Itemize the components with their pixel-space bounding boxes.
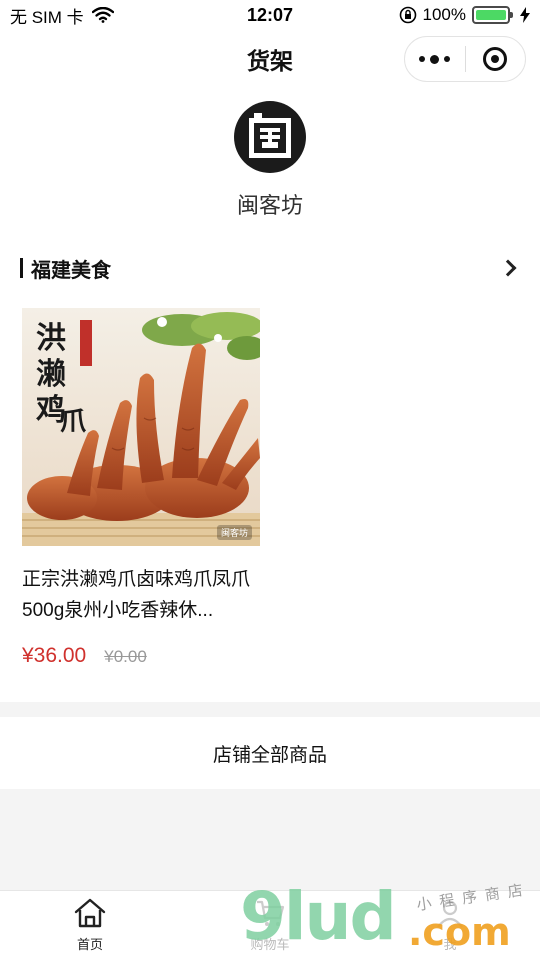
wifi-icon	[91, 7, 114, 23]
close-target-icon	[483, 47, 508, 71]
tab-cart[interactable]: 购物车	[180, 891, 360, 960]
battery-percent: 100%	[422, 5, 466, 24]
price-row: ¥36.00 ¥0.00	[22, 644, 260, 668]
mini-program-capsule	[404, 36, 526, 82]
product-name[interactable]: 正宗洪濑鸡爪卤味鸡爪凤爪500g泉州小吃香辣休...	[22, 564, 260, 626]
product-photo: 洪 濑 鸡 爪	[22, 308, 260, 546]
svg-text:爪: 爪	[60, 407, 87, 437]
chevron-right-icon	[499, 259, 517, 277]
section-accent-bar	[20, 258, 23, 278]
section-title: 福建美食	[31, 259, 111, 282]
carrier-label: 无 SIM 卡	[10, 7, 84, 27]
product-image-stamp: 闽客坊	[216, 525, 252, 540]
product-original-price: ¥0.00	[104, 647, 147, 666]
product-price: ¥36.00	[22, 644, 87, 667]
more-button[interactable]	[405, 37, 465, 81]
battery-icon	[472, 6, 513, 24]
tab-me-label: 我	[443, 937, 457, 952]
tab-home-label: 首页	[76, 937, 103, 952]
product-image[interactable]: 洪 濑 鸡 爪 闽客坊	[22, 308, 260, 546]
cart-icon	[257, 900, 285, 926]
close-button[interactable]	[466, 37, 526, 81]
tab-bar: 首页 购物车 我	[0, 890, 540, 960]
more-dots-icon	[419, 54, 451, 64]
navigation-bar: 货架	[0, 30, 540, 88]
orientation-lock-icon	[399, 6, 416, 24]
charging-icon	[520, 7, 530, 23]
product-card[interactable]: 洪 濑 鸡 爪 闽客坊 正宗洪濑鸡爪卤味鸡爪凤爪500g泉州小吃香辣休... ¥…	[22, 308, 260, 668]
home-icon	[74, 898, 106, 928]
status-right: 100%	[399, 5, 530, 25]
page-title: 货架	[247, 48, 293, 74]
svg-text:洪: 洪	[36, 321, 66, 356]
all-products-button[interactable]: 店铺全部商品	[0, 717, 540, 789]
tab-cart-label: 购物车	[250, 937, 290, 952]
tab-me[interactable]: 我	[360, 891, 540, 960]
tab-home[interactable]: 首页	[0, 891, 180, 960]
category-section-header[interactable]: 福建美食	[0, 246, 540, 290]
status-bar: 无 SIM 卡 12:07 100%	[0, 0, 540, 30]
shop-logo-mark	[249, 113, 291, 158]
person-icon	[437, 900, 463, 928]
shop-name: 闽客坊	[236, 193, 303, 218]
status-left: 无 SIM 卡	[10, 3, 114, 28]
mini-program-page: 无 SIM 卡 12:07 100% 货架 闽客坊 福建美食 洪 濑 鸡 爪 闽…	[0, 0, 540, 960]
svg-text:濑: 濑	[36, 357, 66, 392]
shop-logo[interactable]	[234, 101, 306, 173]
